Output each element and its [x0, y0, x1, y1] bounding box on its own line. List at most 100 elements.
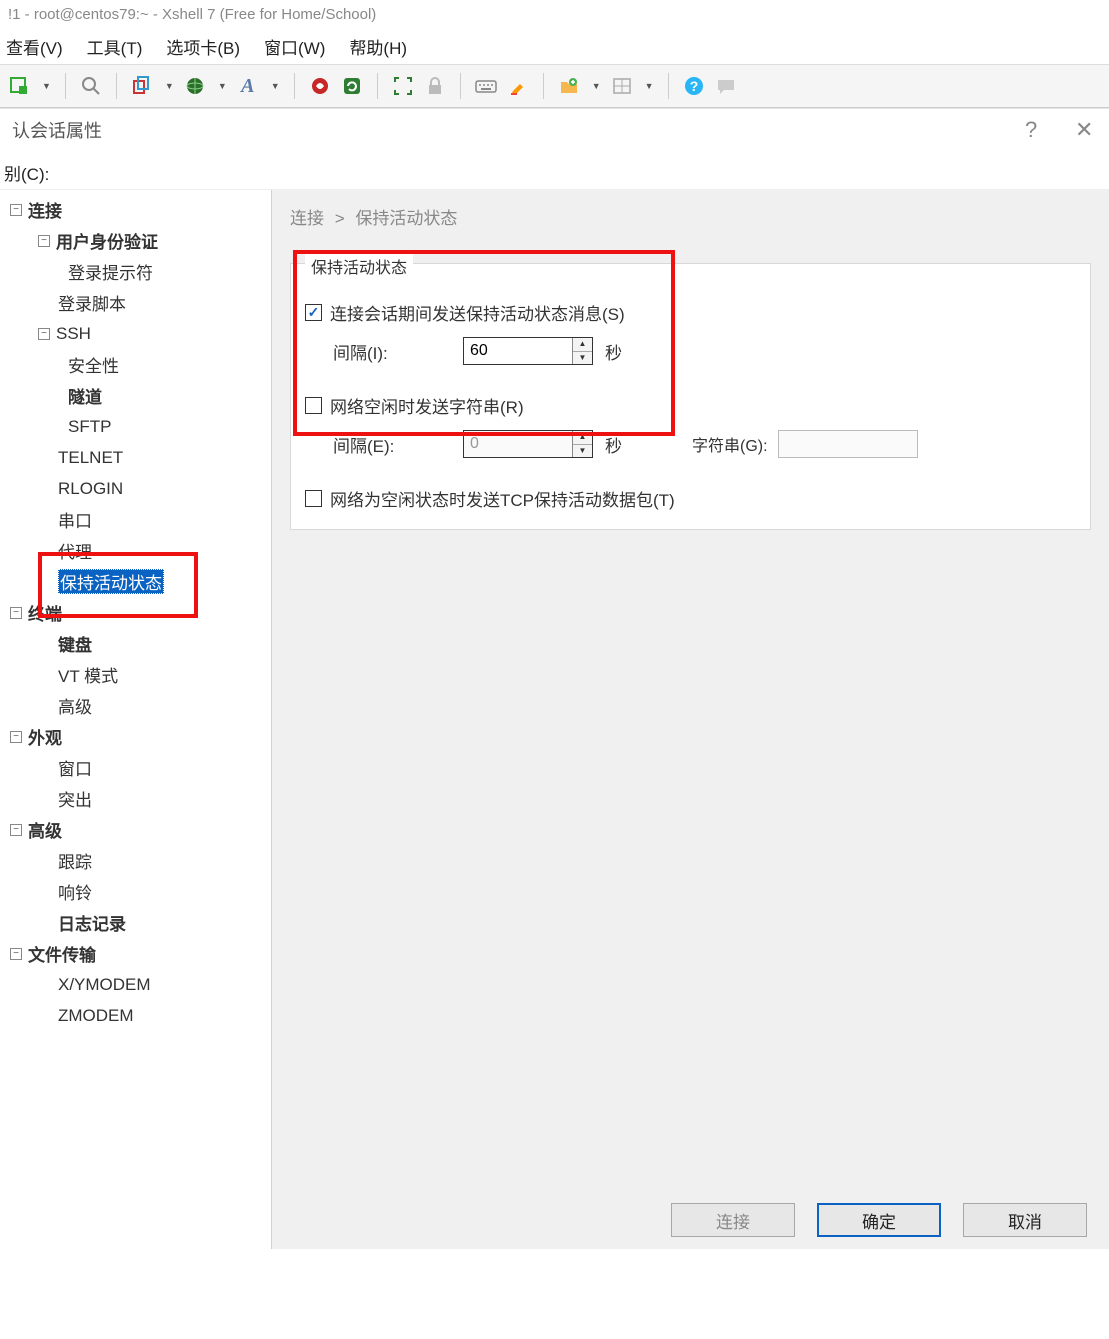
tree-item-login-prompt[interactable]: 登录提示符 [4, 256, 271, 287]
window-title: !1 - root@centos79:~ - Xshell 7 (Free fo… [0, 0, 1109, 28]
interval1-spinner[interactable]: ▲▼ [463, 337, 593, 365]
menu-view[interactable]: 查看(V) [6, 34, 63, 59]
keyboard-icon[interactable] [475, 75, 497, 97]
tree-item-login-script[interactable]: 登录脚本 [4, 287, 271, 318]
tree-item-highlight[interactable]: 突出 [4, 783, 271, 814]
dialog-header: 认会话属性 ? ✕ [0, 108, 1109, 150]
tree-item-rlogin[interactable]: RLOGIN [4, 473, 271, 504]
send-keepalive-label: 连接会话期间发送保持活动状态消息(S) [330, 300, 625, 325]
chat-icon[interactable] [715, 75, 737, 97]
tree-item-bell[interactable]: 响铃 [4, 876, 271, 907]
tcp-keepalive-label: 网络为空闲状态时发送TCP保持活动数据包(T) [330, 486, 675, 511]
properties-icon[interactable] [8, 75, 30, 97]
dropdown-arrow-icon[interactable]: ▼ [271, 81, 280, 91]
collapse-icon[interactable]: − [10, 204, 22, 216]
menubar: 查看(V) 工具(T) 选项卡(B) 窗口(W) 帮助(H) [0, 28, 1109, 64]
search-icon[interactable] [80, 75, 102, 97]
copy-icon[interactable] [131, 75, 153, 97]
breadcrumb-connection: 连接 [290, 209, 324, 228]
tree-item-window[interactable]: 窗口 [4, 752, 271, 783]
dropdown-arrow-icon[interactable]: ▼ [218, 81, 227, 91]
separator-icon [294, 73, 295, 99]
dropdown-arrow-icon[interactable]: ▼ [592, 81, 601, 91]
separator-icon [543, 73, 544, 99]
interval2-label: 间隔(E): [333, 432, 463, 457]
menu-tools[interactable]: 工具(T) [87, 34, 143, 59]
tree-item-proxy[interactable]: 代理 [4, 535, 271, 566]
interval1-label: 间隔(I): [333, 339, 463, 364]
tree-item-terminal[interactable]: −终端 [4, 597, 271, 628]
tree-item-sftp[interactable]: SFTP [4, 411, 271, 442]
dropdown-arrow-icon[interactable]: ▼ [165, 81, 174, 91]
close-icon[interactable]: ✕ [1075, 117, 1097, 143]
keepalive-panel: 保持活动状态 连接会话期间发送保持活动状态消息(S) 间隔(I): ▲▼ 秒 网… [290, 263, 1091, 530]
tree-item-keyboard[interactable]: 键盘 [4, 628, 271, 659]
tree-item-file-transfer[interactable]: −文件传输 [4, 938, 271, 969]
send-string-label: 网络空闲时发送字符串(R) [330, 393, 524, 418]
ok-button[interactable]: 确定 [817, 1203, 941, 1237]
dropdown-arrow-icon[interactable]: ▼ [645, 81, 654, 91]
separator-icon [65, 73, 66, 99]
separator-icon [668, 73, 669, 99]
send-keepalive-checkbox[interactable] [305, 304, 322, 321]
tcp-keepalive-row[interactable]: 网络为空闲状态时发送TCP保持活动数据包(T) [305, 486, 1076, 511]
collapse-icon[interactable]: − [38, 328, 50, 340]
fullscreen-icon[interactable] [392, 75, 414, 97]
tree-item-vt-mode[interactable]: VT 模式 [4, 659, 271, 690]
interval1-unit: 秒 [605, 339, 622, 364]
tree-item-appearance[interactable]: −外观 [4, 721, 271, 752]
send-string-row[interactable]: 网络空闲时发送字符串(R) [305, 393, 1076, 418]
tree-item-security[interactable]: 安全性 [4, 349, 271, 380]
breadcrumb-sep-icon: > [335, 209, 345, 228]
help-button-icon[interactable]: ? [1025, 117, 1047, 143]
tree-item-user-auth[interactable]: −用户身份验证 [4, 225, 271, 256]
menu-tabs[interactable]: 选项卡(B) [166, 34, 240, 59]
tree-item-advanced-term[interactable]: 高级 [4, 690, 271, 721]
tree-item-logging[interactable]: 日志记录 [4, 907, 271, 938]
collapse-icon[interactable]: − [38, 235, 50, 247]
collapse-icon[interactable]: − [10, 607, 22, 619]
globe-icon[interactable] [184, 75, 206, 97]
tree-item-xymodem[interactable]: X/YMODEM [4, 969, 271, 1000]
tree-item-zmodem[interactable]: ZMODEM [4, 1000, 271, 1031]
tree-item-telnet[interactable]: TELNET [4, 442, 271, 473]
collapse-icon[interactable]: − [10, 948, 22, 960]
refresh-icon[interactable] [341, 75, 363, 97]
dialog-button-bar: 连接 确定 取消 [272, 1191, 1109, 1249]
interval1-input[interactable] [464, 338, 572, 364]
string-input [778, 430, 918, 458]
tree-item-ssh[interactable]: −SSH [4, 318, 271, 349]
send-string-checkbox[interactable] [305, 397, 322, 414]
lock-icon[interactable] [424, 75, 446, 97]
spin-up-icon[interactable]: ▲ [573, 338, 592, 352]
tree-item-keepalive[interactable]: 保持活动状态 [4, 566, 271, 597]
tree-item-serial[interactable]: 串口 [4, 504, 271, 535]
tree-item-connection[interactable]: −连接 [4, 194, 271, 225]
new-folder-icon[interactable] [558, 75, 580, 97]
help-icon[interactable]: ? [683, 75, 705, 97]
menu-window[interactable]: 窗口(W) [264, 34, 325, 59]
tree-item-trace[interactable]: 跟踪 [4, 845, 271, 876]
interval1-row: 间隔(I): ▲▼ 秒 [333, 337, 1076, 365]
menu-help[interactable]: 帮助(H) [349, 34, 407, 59]
swirl-icon[interactable] [309, 75, 331, 97]
category-tree[interactable]: −连接 −用户身份验证 登录提示符 登录脚本 −SSH 安全性 隧道 SFTP … [0, 190, 272, 1249]
breadcrumb-keepalive: 保持活动状态 [355, 209, 457, 228]
send-keepalive-row[interactable]: 连接会话期间发送保持活动状态消息(S) [305, 300, 1076, 325]
tree-item-advanced[interactable]: −高级 [4, 814, 271, 845]
layout-icon[interactable] [611, 75, 633, 97]
tcp-keepalive-checkbox[interactable] [305, 490, 322, 507]
connect-button[interactable]: 连接 [671, 1203, 795, 1237]
dialog-title: 认会话属性 [12, 117, 102, 143]
separator-icon [460, 73, 461, 99]
highlighter-icon[interactable] [507, 75, 529, 97]
tree-item-tunnel[interactable]: 隧道 [4, 380, 271, 411]
interval2-unit: 秒 [605, 432, 622, 457]
cancel-button[interactable]: 取消 [963, 1203, 1087, 1237]
font-icon[interactable]: A [237, 75, 259, 97]
spin-up-icon: ▲ [573, 431, 592, 445]
spin-down-icon[interactable]: ▼ [573, 352, 592, 365]
dropdown-arrow-icon[interactable]: ▼ [42, 81, 51, 91]
collapse-icon[interactable]: − [10, 824, 22, 836]
collapse-icon[interactable]: − [10, 731, 22, 743]
